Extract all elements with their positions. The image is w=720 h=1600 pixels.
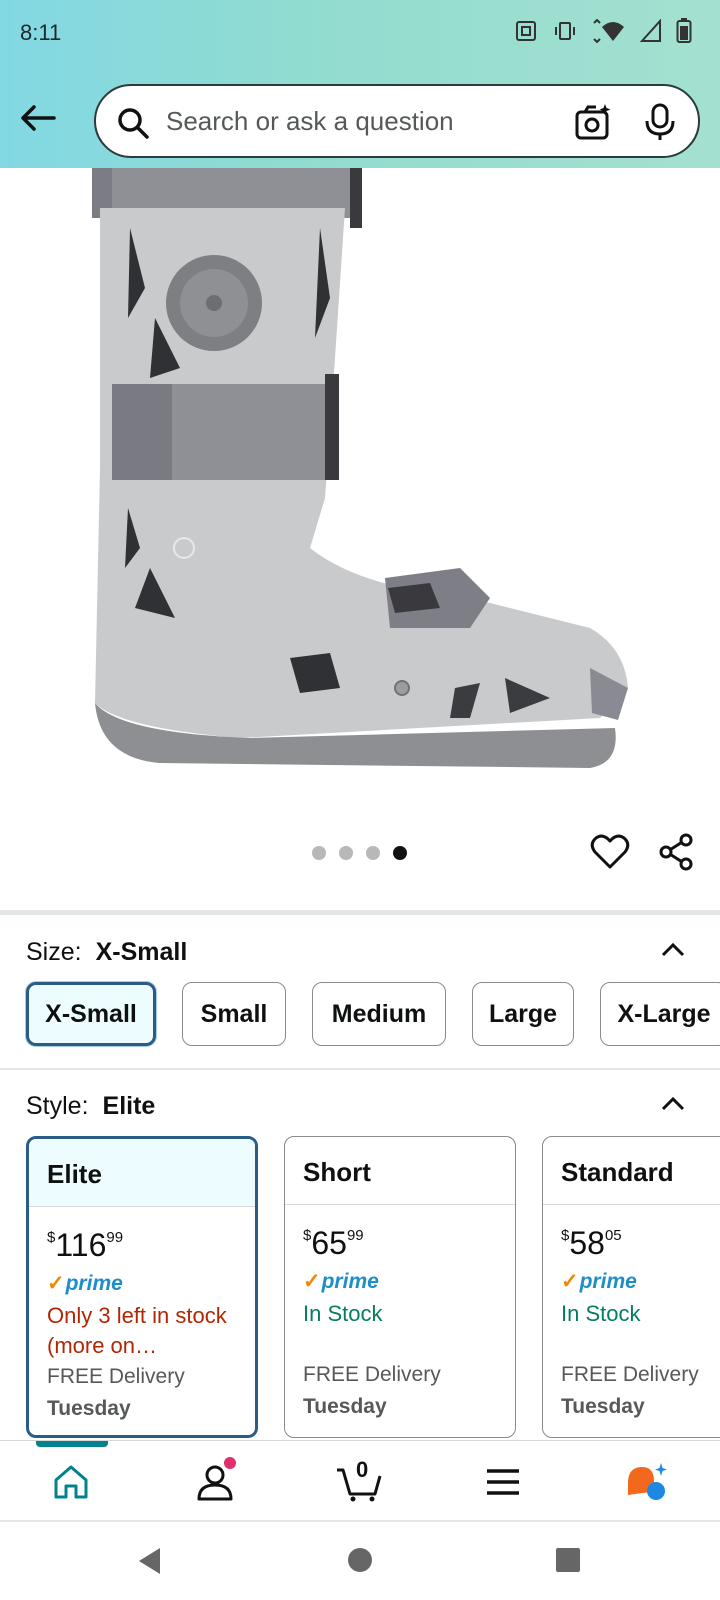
bottom-navigation: 0 (0, 1440, 720, 1520)
back-button[interactable] (16, 96, 60, 140)
nav-cart[interactable]: 0 (334, 1457, 384, 1507)
cart-count: 0 (356, 1457, 369, 1482)
product-page: 8:11 Search or ask a question Size: X-Sm… (0, 0, 720, 1600)
rufus-assistant-icon (628, 1463, 667, 1500)
style-option-standard[interactable]: Standard $5805 ✓prime In Stock FREE Deli… (542, 1136, 720, 1438)
share-button[interactable] (656, 832, 696, 872)
app-header: 8:11 Search or ask a question (0, 0, 720, 168)
prime-check-icon: ✓ (303, 1270, 321, 1293)
size-option-large[interactable]: Large (472, 982, 574, 1046)
nav-account[interactable] (190, 1457, 240, 1507)
style-label: Style: (26, 1092, 89, 1120)
share-icon (659, 833, 693, 871)
delivery-text: FREE Delivery (303, 1363, 441, 1386)
style-collapse-button[interactable] (658, 1088, 688, 1118)
microphone-icon[interactable] (642, 102, 678, 142)
stock-status: In Stock (303, 1301, 383, 1326)
prime-badge: ✓prime (561, 1270, 637, 1293)
style-option-name: Short (285, 1137, 515, 1205)
arrow-left-icon (21, 105, 56, 131)
size-selected-value: X-Small (95, 938, 188, 966)
carousel-dot[interactable] (339, 846, 353, 860)
stock-status: In Stock (561, 1301, 641, 1326)
size-option-x-small[interactable]: X-Small (26, 982, 156, 1046)
heart-icon (590, 834, 630, 869)
image-carousel-indicator (312, 846, 407, 860)
size-option-x-large[interactable]: X-Large (600, 982, 720, 1046)
home-icon (54, 1465, 88, 1499)
nav-home[interactable] (46, 1457, 96, 1507)
carousel-dot[interactable] (312, 846, 326, 860)
wishlist-button[interactable] (590, 832, 630, 872)
notification-dot (224, 1457, 236, 1469)
delivery-text: FREE Delivery (561, 1363, 699, 1386)
size-label: Size: (26, 938, 82, 966)
price: $11699 (47, 1227, 124, 1263)
prime-badge: ✓prime (303, 1270, 379, 1293)
size-option-small[interactable]: Small (182, 982, 286, 1046)
chevron-up-icon (661, 942, 685, 957)
battery-icon (676, 18, 692, 43)
style-heading: Style: Elite (26, 1092, 155, 1121)
status-time: 8:11 (20, 20, 62, 45)
delivery-day: Tuesday (561, 1395, 645, 1418)
signal-icon (640, 19, 661, 42)
size-collapse-button[interactable] (658, 934, 688, 964)
system-back-icon[interactable] (136, 1546, 162, 1576)
system-recents-icon[interactable] (554, 1546, 582, 1574)
style-option-elite[interactable]: Elite $11699 ✓prime Only 3 left in stock… (26, 1136, 258, 1438)
wifi-icon (593, 19, 624, 43)
style-option-name: Elite (29, 1139, 255, 1207)
search-bar[interactable]: Search or ask a question (94, 84, 700, 158)
prime-badge: ✓prime (47, 1272, 123, 1295)
nfc-icon (516, 21, 536, 41)
chevron-up-icon (661, 1096, 685, 1111)
section-divider (0, 910, 720, 915)
delivery-day: Tuesday (47, 1397, 131, 1420)
style-option-name: Standard (543, 1137, 720, 1205)
price: $6599 (303, 1225, 364, 1261)
nav-active-indicator (36, 1441, 108, 1447)
carousel-dot[interactable] (366, 846, 380, 860)
product-image[interactable] (0, 168, 720, 808)
system-navigation-bar (0, 1520, 720, 1600)
stock-status: Only 3 left in stock (more on… (47, 1303, 227, 1358)
search-input[interactable]: Search or ask a question (166, 106, 454, 137)
status-icons (514, 18, 692, 44)
carousel-dot-active[interactable] (393, 846, 407, 860)
nav-rufus[interactable] (622, 1457, 672, 1507)
delivery-text: FREE Delivery (47, 1365, 185, 1388)
price: $5805 (561, 1225, 622, 1261)
delivery-day: Tuesday (303, 1395, 387, 1418)
style-option-short[interactable]: Short $6599 ✓prime In Stock FREE Deliver… (284, 1136, 516, 1438)
system-home-icon[interactable] (346, 1546, 374, 1574)
section-divider (0, 1068, 720, 1070)
nav-menu[interactable] (478, 1457, 528, 1507)
size-heading: Size: X-Small (26, 938, 187, 967)
prime-check-icon: ✓ (561, 1270, 579, 1293)
menu-icon (487, 1469, 519, 1495)
walker-boot-image (92, 168, 628, 768)
style-selected-value: Elite (102, 1092, 156, 1120)
search-icon (118, 108, 149, 139)
vibrate-icon (555, 22, 575, 40)
size-option-medium[interactable]: Medium (312, 982, 446, 1046)
camera-icon[interactable] (574, 102, 614, 142)
prime-check-icon: ✓ (47, 1272, 65, 1295)
